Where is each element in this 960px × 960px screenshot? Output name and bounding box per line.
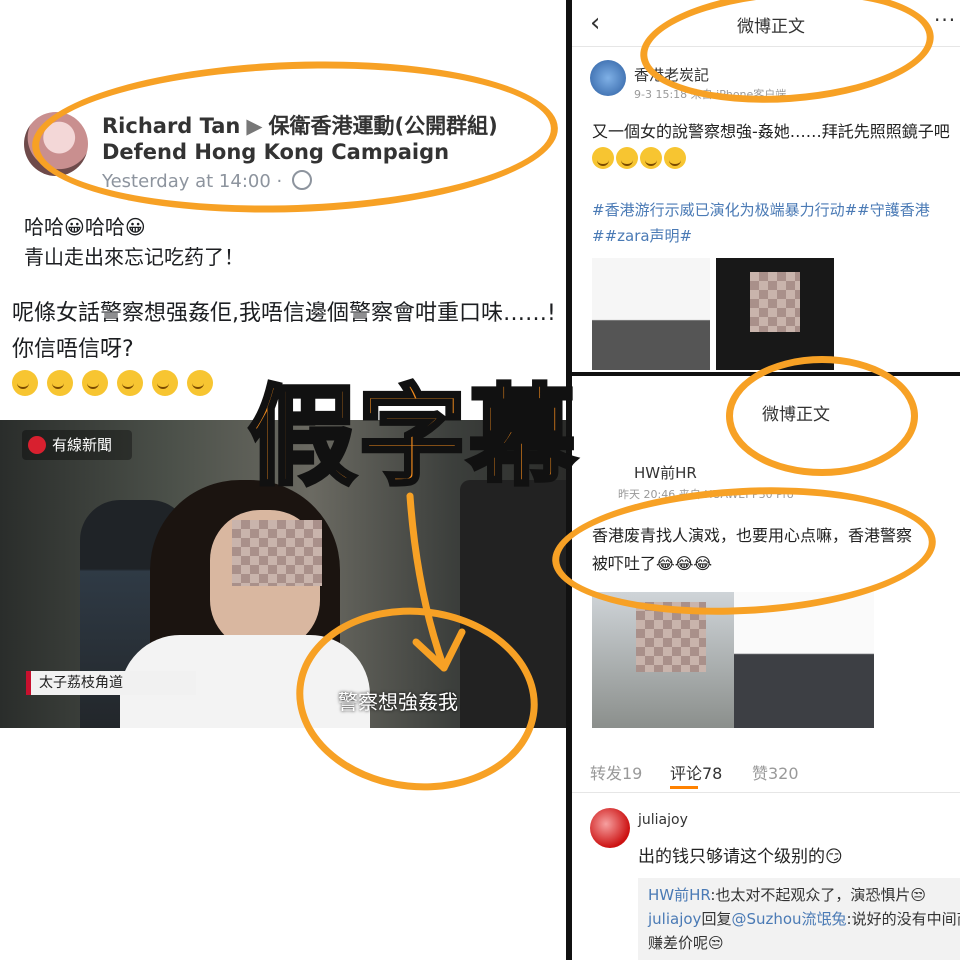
weibo-username[interactable]: HW前HR	[634, 462, 697, 483]
comment-text: 出的钱只够请这个级别的😏	[638, 847, 843, 867]
weibo-image-thumbnail[interactable]	[592, 258, 710, 370]
post-text: 哈哈😀哈哈😀 青山走出來忘记吃药了！	[24, 212, 244, 272]
reply-line: juliajoy回复@Suzhou流氓兔:说好的没有中间商	[648, 910, 960, 928]
reply-line: 赚差价呢😒	[648, 934, 724, 952]
location-lower-third: 太子荔枝角道	[26, 671, 196, 695]
smirk-emoji-icon	[640, 147, 662, 169]
commenter-username[interactable]: juliajoy	[638, 812, 688, 828]
weibo-hashtags[interactable]: #香港游行示威已演化为极端暴力行动##守護香港##zara声明#	[592, 197, 958, 249]
comments-tab[interactable]: 评论78	[670, 760, 722, 784]
smirk-emoji-icon	[616, 147, 638, 169]
laughing-emoji-icon	[187, 370, 213, 396]
commenter-avatar[interactable]	[590, 808, 630, 848]
smirk-emoji-icon	[664, 147, 686, 169]
laughing-emoji-icon	[117, 370, 143, 396]
back-chevron-icon[interactable]: ‹	[590, 8, 600, 38]
reply-line: HW前HR:也太对不起观众了，演恐惧片😒	[648, 886, 927, 904]
smirk-emoji-icon	[592, 147, 614, 169]
laughing-emoji-icon	[47, 370, 73, 396]
more-options-icon[interactable]: ···	[934, 8, 956, 32]
highlight-circle-weibo-title-2	[726, 356, 918, 476]
fake-subtitle-stamp: 假字幕	[246, 373, 579, 502]
arrow-down-icon	[406, 492, 466, 672]
laughing-emoji-icon	[152, 370, 178, 396]
repost-tab[interactable]: 转发19	[590, 760, 642, 784]
post-line-2: 青山走出來忘记吃药了！	[24, 245, 244, 269]
active-tab-indicator	[670, 786, 698, 789]
weibo-post-text: 又一個女的說警察想強-姦她……拜託先照照鏡子吧	[592, 118, 958, 174]
pixelated-face-blur	[750, 272, 800, 332]
weibo-image-thumbnail[interactable]	[716, 258, 834, 370]
weibo-user-avatar[interactable]	[590, 60, 626, 96]
likes-tab[interactable]: 赞320	[752, 760, 799, 784]
post-line-1: 哈哈😀哈哈😀	[24, 215, 146, 239]
laughing-emoji-icon	[12, 370, 38, 396]
pixelated-face-blur	[232, 520, 322, 586]
channel-logo: 有線新聞	[22, 430, 132, 460]
laughing-emoji-icon	[82, 370, 108, 396]
weibo-screenshots-panel: ‹ 微博正文 ··· 香港老炭記 9-3 15:18 来自 iPhone客户端 …	[566, 0, 960, 960]
